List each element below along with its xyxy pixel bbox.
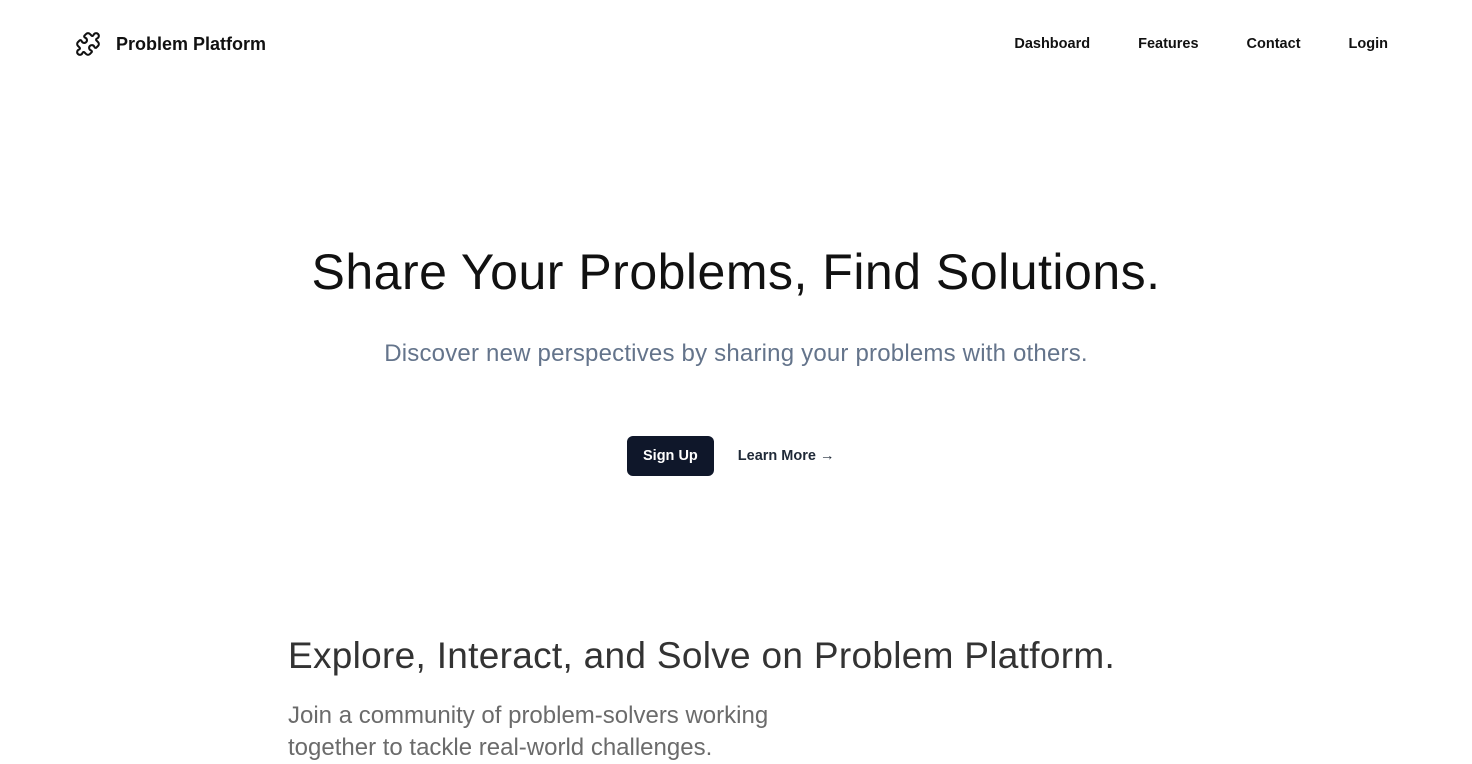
nav-link-contact[interactable]: Contact — [1247, 34, 1301, 54]
nav-link-features[interactable]: Features — [1138, 34, 1198, 54]
nav-link-login[interactable]: Login — [1349, 34, 1388, 54]
sign-up-button[interactable]: Sign Up — [627, 436, 714, 476]
brand-link[interactable]: Problem Platform — [75, 30, 266, 58]
brand-name: Problem Platform — [116, 33, 267, 54]
hero-actions: Sign Up Learn More → — [627, 436, 834, 476]
nav-links: Dashboard Features Contact Login — [1014, 34, 1388, 54]
hero-title: Share Your Problems, Find Solutions. — [311, 244, 1161, 300]
puzzle-icon — [75, 31, 101, 57]
explore-title: Explore, Interact, and Solve on Problem … — [288, 635, 1116, 676]
explore-section: Explore, Interact, and Solve on Problem … — [288, 630, 1288, 764]
explore-description: Join a community of problem-solvers work… — [288, 702, 769, 761]
hero-subtitle: Discover new perspectives by sharing you… — [384, 340, 1088, 367]
learn-more-link[interactable]: Learn More → — [738, 436, 835, 476]
top-navbar: Problem Platform Dashboard Features Cont… — [0, 0, 1472, 88]
nav-link-dashboard[interactable]: Dashboard — [1014, 34, 1090, 54]
